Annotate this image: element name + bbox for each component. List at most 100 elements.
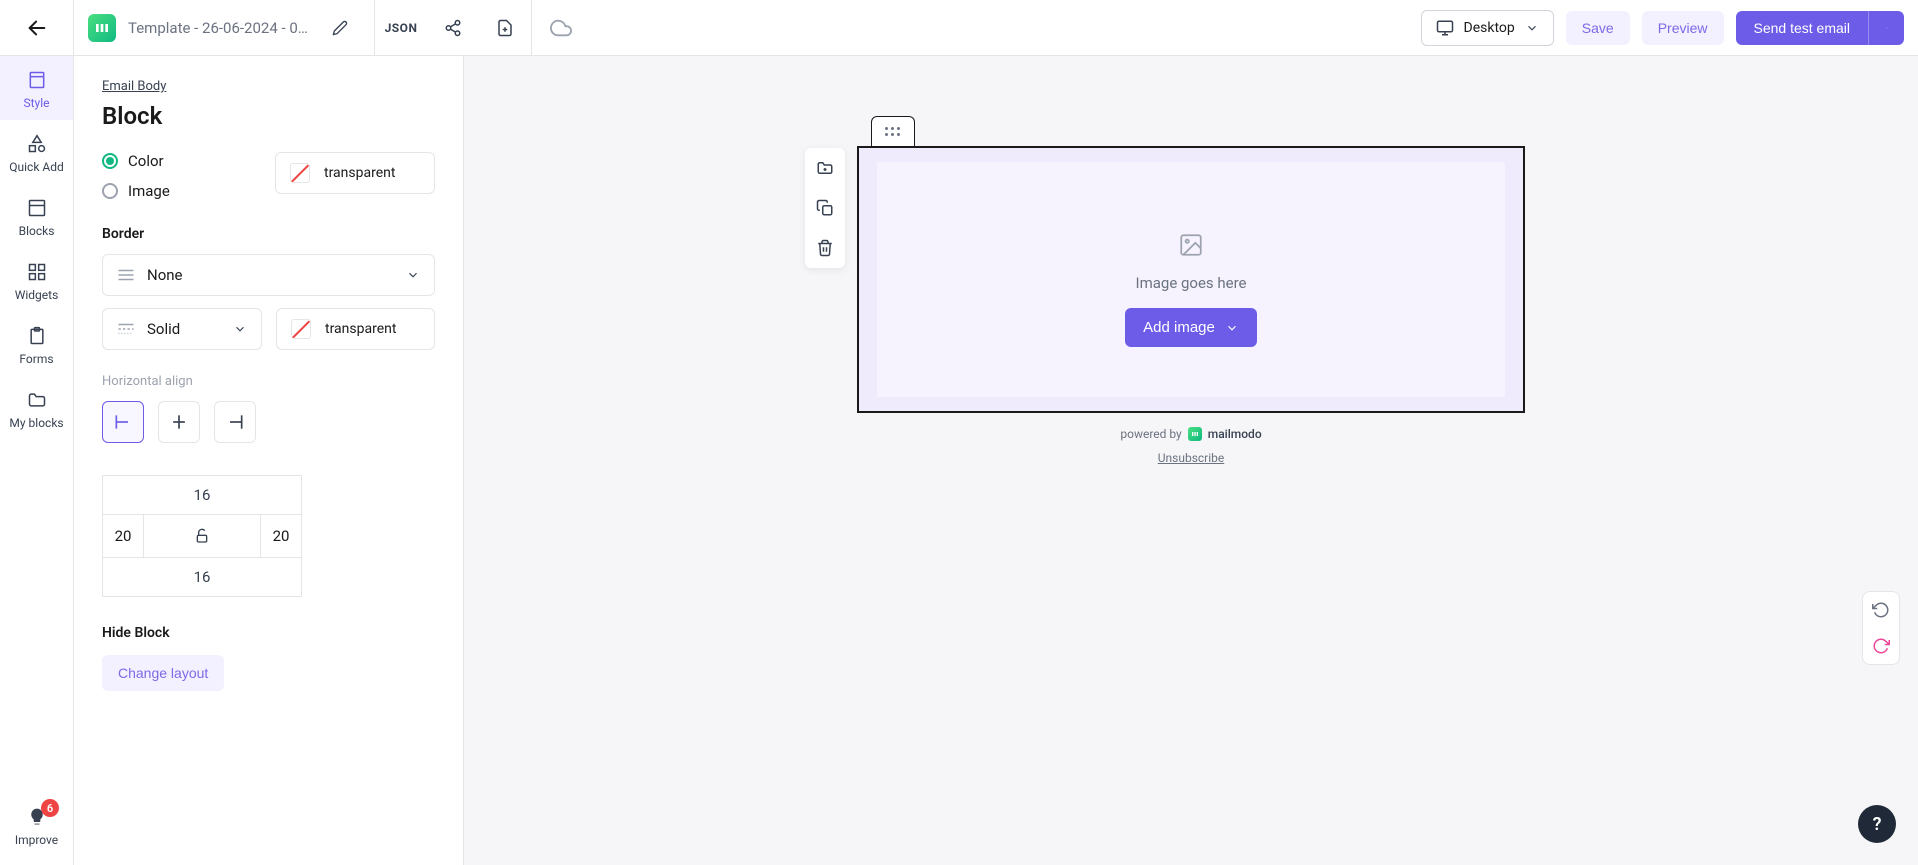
align-right-button[interactable] xyxy=(214,401,256,443)
mailmodo-logo-icon xyxy=(1188,427,1202,441)
border-none-icon xyxy=(117,268,135,282)
block-delete-button[interactable] xyxy=(805,228,845,268)
breadcrumb-email-body[interactable]: Email Body xyxy=(102,79,166,94)
padding-control: 16 20 20 16 xyxy=(102,475,302,597)
sidebar-nav: Style Quick Add Blocks Widgets Forms My … xyxy=(0,56,74,865)
block-toolbar xyxy=(805,148,845,268)
improve-badge: 6 xyxy=(41,799,59,817)
hide-block-label: Hide Block xyxy=(102,625,435,641)
json-button[interactable]: JSON xyxy=(375,0,427,55)
clipboard-icon xyxy=(27,326,47,346)
align-left-button[interactable] xyxy=(102,401,144,443)
align-center-icon xyxy=(169,412,189,432)
note-add-icon xyxy=(496,19,514,37)
save-button[interactable]: Save xyxy=(1566,11,1630,45)
nav-style[interactable]: Style xyxy=(0,56,73,120)
drag-dots-icon xyxy=(885,127,901,137)
undo-button[interactable] xyxy=(1863,592,1899,628)
style-icon xyxy=(27,70,47,90)
block-duplicate-button[interactable] xyxy=(805,188,845,228)
main-area: Style Quick Add Blocks Widgets Forms My … xyxy=(0,56,1918,865)
padding-right-input[interactable]: 20 xyxy=(261,515,301,557)
cloud-icon xyxy=(550,17,572,39)
send-test-email-button[interactable]: Send test email xyxy=(1736,11,1869,45)
folder-icon xyxy=(27,390,47,410)
background-section: Color Image transparent xyxy=(102,152,435,200)
device-label: Desktop xyxy=(1464,20,1515,36)
halign-row xyxy=(102,401,435,443)
transparent-swatch-icon xyxy=(290,163,310,183)
canvas-area: Image goes here Add image powered by mai… xyxy=(464,56,1918,865)
trash-icon xyxy=(816,239,834,257)
halign-label: Horizontal align xyxy=(102,374,435,389)
image-icon xyxy=(1178,232,1204,258)
border-style-select[interactable]: Solid xyxy=(102,308,262,350)
bg-image-radio[interactable]: Image xyxy=(102,182,170,200)
unsubscribe-link[interactable]: Unsubscribe xyxy=(857,451,1525,465)
padding-top-input[interactable]: 16 xyxy=(103,476,301,514)
notes-button[interactable] xyxy=(479,0,531,55)
border-section-label: Border xyxy=(102,226,435,242)
align-center-button[interactable] xyxy=(158,401,200,443)
chevron-down-icon xyxy=(233,322,247,336)
app-logo xyxy=(88,14,116,42)
title-area: Template - 26-06-2024 - 0... xyxy=(74,14,374,42)
unlock-icon xyxy=(194,528,210,544)
send-group: Send test email xyxy=(1736,11,1905,45)
folder-add-icon xyxy=(816,159,834,177)
placeholder-text: Image goes here xyxy=(1136,274,1247,292)
border-color-input[interactable]: transparent xyxy=(276,308,435,350)
help-button[interactable]: ? xyxy=(1858,805,1896,843)
nav-quick-add[interactable]: Quick Add xyxy=(0,120,73,184)
border-solid-icon xyxy=(117,322,135,336)
selected-block[interactable]: Image goes here Add image xyxy=(857,146,1525,413)
copy-icon xyxy=(816,199,834,217)
arrow-left-icon xyxy=(26,17,48,39)
nav-forms[interactable]: Forms xyxy=(0,312,73,376)
radio-checked-icon xyxy=(102,153,118,169)
template-title: Template - 26-06-2024 - 0... xyxy=(128,19,308,37)
padding-lock-button[interactable] xyxy=(143,515,261,557)
share-button[interactable] xyxy=(427,0,479,55)
align-left-icon xyxy=(113,412,133,432)
pencil-icon xyxy=(332,20,348,36)
transparent-swatch-icon xyxy=(291,319,311,339)
desktop-icon xyxy=(1436,19,1454,37)
toolbar-right: Desktop Save Preview Send test email xyxy=(1421,10,1918,46)
padding-left-input[interactable]: 20 xyxy=(103,515,143,557)
nav-my-blocks[interactable]: My blocks xyxy=(0,376,73,440)
add-image-button[interactable]: Add image xyxy=(1125,308,1257,347)
nav-widgets[interactable]: Widgets xyxy=(0,248,73,312)
logo-icon xyxy=(94,20,110,36)
shapes-icon xyxy=(27,134,47,154)
redo-button[interactable] xyxy=(1863,628,1899,664)
nav-blocks[interactable]: Blocks xyxy=(0,184,73,248)
nav-improve[interactable]: 6 Improve xyxy=(0,795,73,865)
change-layout-button[interactable]: Change layout xyxy=(102,655,224,691)
panel-title: Block xyxy=(102,102,435,130)
email-wrapper: Image goes here Add image powered by mai… xyxy=(857,116,1525,465)
device-selector[interactable]: Desktop xyxy=(1421,10,1554,46)
share-icon xyxy=(444,19,462,37)
border-none-select[interactable]: None xyxy=(102,254,435,296)
bg-color-input[interactable]: transparent xyxy=(275,152,435,194)
padding-bottom-input[interactable]: 16 xyxy=(103,558,301,596)
chevron-down-icon xyxy=(406,268,420,282)
send-dropdown-button[interactable] xyxy=(1868,11,1904,45)
block-save-button[interactable] xyxy=(805,148,845,188)
bg-color-radio[interactable]: Color xyxy=(102,152,170,170)
redo-icon xyxy=(1872,637,1890,655)
sync-status xyxy=(531,0,590,55)
preview-button[interactable]: Preview xyxy=(1642,11,1724,45)
undo-icon xyxy=(1872,601,1890,619)
back-button[interactable] xyxy=(0,0,74,55)
blocks-icon xyxy=(27,198,47,218)
radio-unchecked-icon xyxy=(102,183,118,199)
image-placeholder: Image goes here Add image xyxy=(877,162,1505,397)
chevron-down-icon xyxy=(1885,21,1888,35)
toolbar-left: Template - 26-06-2024 - 0... JSON xyxy=(0,0,590,55)
block-drag-handle[interactable] xyxy=(871,116,915,146)
align-right-icon xyxy=(225,412,245,432)
widgets-icon xyxy=(27,262,47,282)
edit-title-button[interactable] xyxy=(320,20,360,36)
